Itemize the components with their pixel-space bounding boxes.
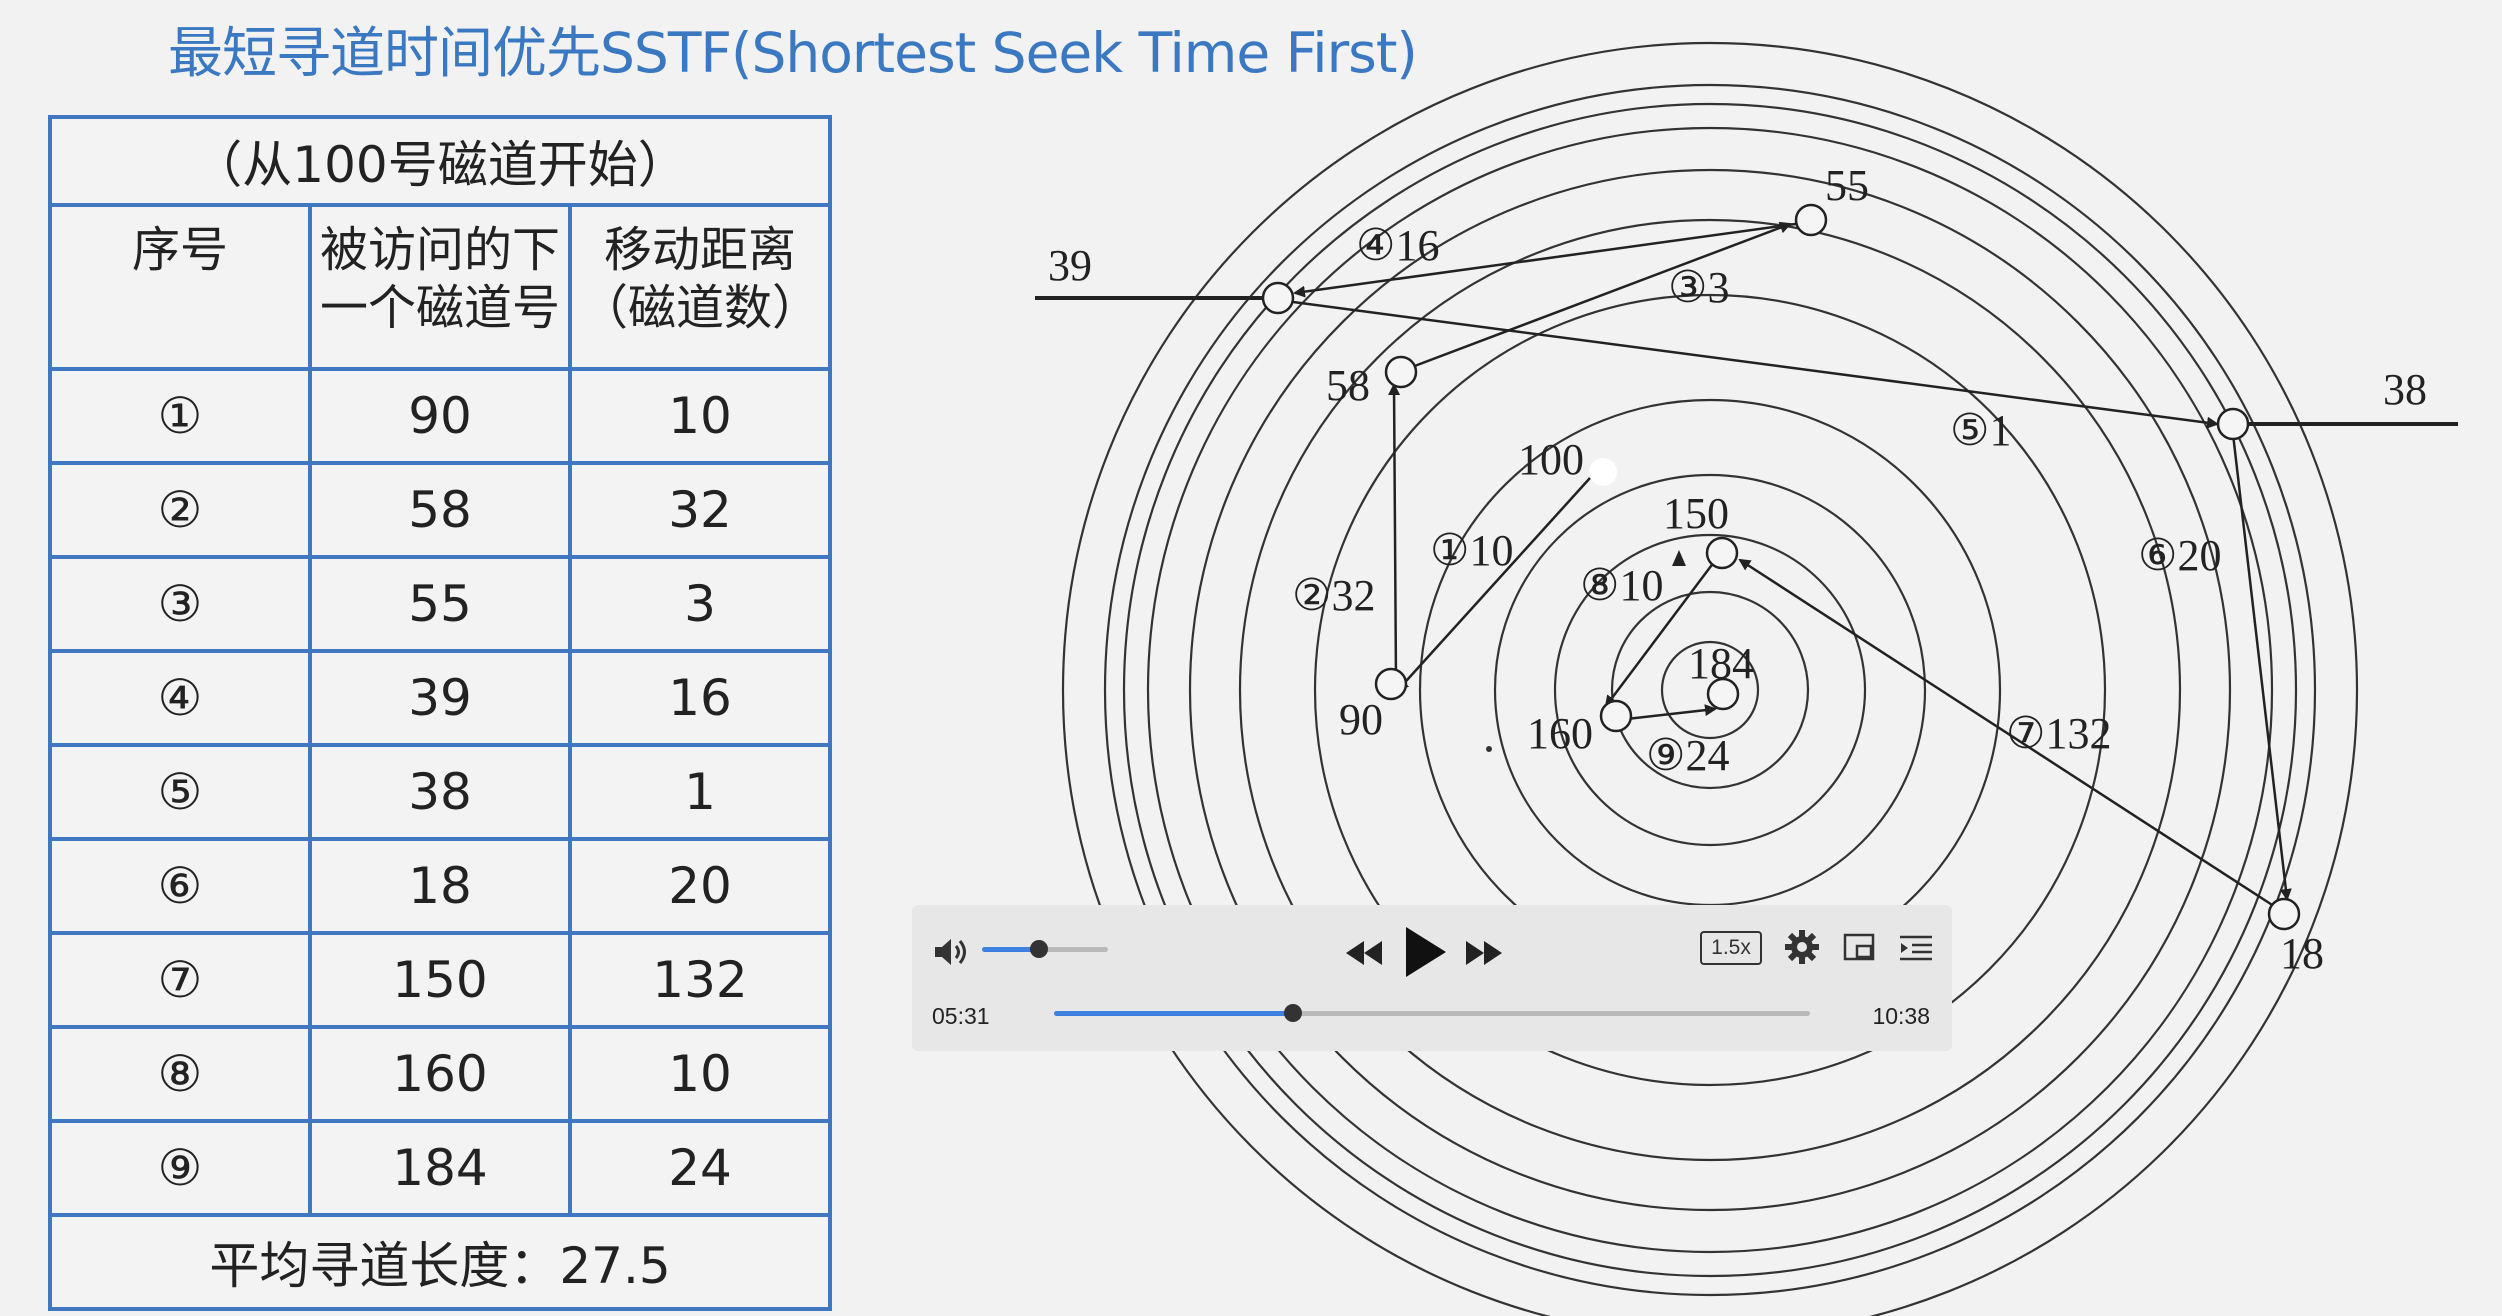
label-track-150: 150 xyxy=(1663,489,1729,538)
video-player-controls: 1.5x 05:31 10:38 xyxy=(912,905,1952,1051)
label-move-2: ②32 xyxy=(1292,571,1375,620)
move-arrow-5 xyxy=(1277,298,2219,429)
volume-handle[interactable] xyxy=(1029,940,1048,958)
stray-dot xyxy=(1486,746,1492,752)
move-arrow-2 xyxy=(1388,383,1401,683)
gear-icon[interactable] xyxy=(1784,929,1820,965)
label-move-9: ⑨24 xyxy=(1646,731,1729,780)
label-move-1: ①10 xyxy=(1430,526,1513,575)
current-time: 05:31 xyxy=(932,1003,990,1029)
label-move-6: ⑥20 xyxy=(2138,531,2221,580)
label-track-18: 18 xyxy=(2280,929,2324,978)
move-arrow-6 xyxy=(2231,433,2292,901)
label-track-39: 39 xyxy=(1048,241,1092,290)
label-track-184: 184 xyxy=(1688,639,1754,688)
fast-forward-icon[interactable] xyxy=(1464,935,1504,971)
node-160 xyxy=(1599,699,1633,733)
node-55 xyxy=(1794,203,1828,237)
label-track-38: 38 xyxy=(2383,365,2427,414)
node-38 xyxy=(2216,407,2250,441)
label-track-55: 55 xyxy=(1825,161,1869,210)
volume-icon[interactable] xyxy=(932,935,972,969)
total-time: 10:38 xyxy=(1872,1003,1930,1029)
node-18 xyxy=(2267,897,2301,931)
label-move-3: ③3 xyxy=(1668,263,1729,312)
volume-slider[interactable] xyxy=(982,940,1108,958)
playback-speed-button[interactable]: 1.5x xyxy=(1700,931,1762,965)
rewind-icon[interactable] xyxy=(1344,935,1384,971)
progress-fill xyxy=(1054,1011,1294,1016)
small-arrowhead xyxy=(1672,550,1686,566)
label-move-4: ④16 xyxy=(1356,221,1439,270)
label-track-90: 90 xyxy=(1339,695,1383,744)
label-track-100: 100 xyxy=(1518,435,1584,484)
playlist-icon[interactable] xyxy=(1898,931,1934,965)
label-move-7: ⑦132 xyxy=(2006,709,2111,758)
label-move-5: ⑤1 xyxy=(1950,406,2011,455)
move-arrow-1 xyxy=(1396,477,1591,692)
node-100 xyxy=(1589,458,1617,486)
play-icon[interactable] xyxy=(1400,925,1448,979)
node-39 xyxy=(1261,281,1295,315)
label-track-58: 58 xyxy=(1326,361,1370,410)
progress-bar[interactable] xyxy=(1054,1004,1810,1022)
picture-in-picture-icon[interactable] xyxy=(1842,931,1878,965)
label-track-160: 160 xyxy=(1527,709,1593,758)
node-58 xyxy=(1384,355,1418,389)
progress-handle[interactable] xyxy=(1284,1004,1303,1022)
move-arrow-3 xyxy=(1403,221,1792,372)
label-move-8: ⑧10 xyxy=(1580,561,1663,610)
disk-diagram: 39 55 38 58 100 150 184 90 160 18 ①10 ②3… xyxy=(1035,42,2458,1316)
node-150 xyxy=(1705,536,1739,570)
